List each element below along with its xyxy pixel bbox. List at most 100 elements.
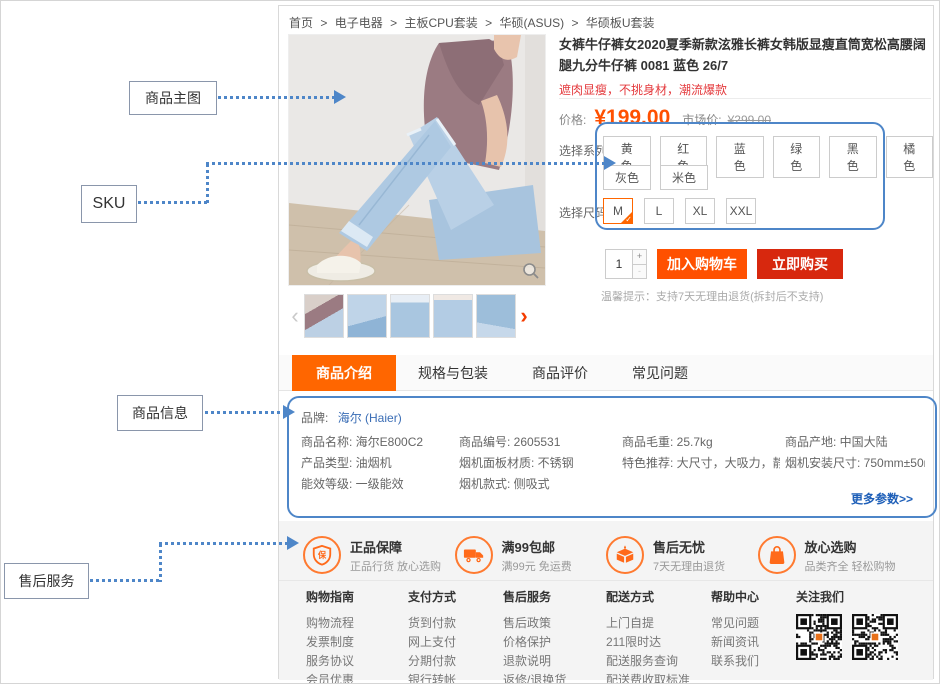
- more-params-link[interactable]: 更多参数>>: [851, 490, 913, 507]
- param-item: 商品产地: 中国大陆: [785, 432, 925, 453]
- footer-link[interactable]: 银行转帐: [408, 671, 456, 684]
- annotation-text: SKU: [93, 195, 126, 213]
- product-title: 女裤牛仔裤女2020夏季新款泫雅长裤女韩版显瘦直筒宽松高腰阔腿九分牛仔裤 008…: [559, 34, 931, 76]
- tab-product-intro[interactable]: 商品介绍: [292, 355, 396, 391]
- annotation-text: 商品信息: [132, 403, 188, 423]
- footer-link[interactable]: 分期付款: [408, 652, 456, 671]
- current-price: ¥199.00: [594, 106, 670, 130]
- size-option[interactable]: L: [644, 198, 674, 224]
- service-desc: 7天无理由退货: [653, 558, 725, 574]
- thumbnail[interactable]: [390, 294, 430, 338]
- footer-link[interactable]: 配送服务查询: [606, 652, 690, 671]
- breadcrumb-separator: >: [390, 16, 397, 30]
- breadcrumb-item[interactable]: 华硕(ASUS): [499, 16, 564, 30]
- annotation-arrowhead: [604, 156, 616, 170]
- series-option[interactable]: 米色: [660, 165, 708, 190]
- size-options-row: M ✓ L XL XXL: [603, 198, 756, 224]
- svg-text:保: 保: [317, 550, 327, 560]
- thumbs-prev-icon[interactable]: ‹: [288, 294, 302, 338]
- footer-link[interactable]: 返修/退换货: [503, 671, 566, 684]
- breadcrumb-item[interactable]: 华硕板U套装: [586, 16, 655, 30]
- param-column: 商品产地: 中国大陆 烟机安装尺寸: 750mm±50mm (烟...: [785, 432, 925, 474]
- price-label: 价格:: [559, 111, 586, 128]
- service-item: 售后无忧 7天无理由退货: [606, 530, 758, 580]
- footer-column-title: 帮助中心: [711, 588, 759, 605]
- series-option[interactable]: 橘色: [886, 136, 934, 178]
- param-item: 商品名称: 海尔E800C2: [301, 432, 453, 453]
- footer-link[interactable]: 配送费收取标准: [606, 671, 690, 684]
- price-row: 价格: ¥199.00 市场价: ¥299.00: [559, 106, 771, 130]
- footer-link[interactable]: 网上支付: [408, 633, 456, 652]
- thumbnail[interactable]: [347, 294, 387, 338]
- brand-row: 品牌: 海尔 (Haier): [301, 409, 402, 426]
- brand-link[interactable]: 海尔 (Haier): [338, 411, 402, 425]
- footer-link[interactable]: 退款说明: [503, 652, 566, 671]
- annotation-sku-label: SKU: [81, 185, 137, 223]
- tab-faq[interactable]: 常见问题: [610, 355, 710, 391]
- size-option[interactable]: XL: [685, 198, 715, 224]
- series-option[interactable]: 绿色: [773, 136, 821, 178]
- footer-column-title: 支付方式: [408, 588, 456, 605]
- thumbnail-strip: ‹ ›: [288, 293, 550, 339]
- footer-link[interactable]: 联系我们: [711, 652, 759, 671]
- thumbnail[interactable]: [476, 294, 516, 338]
- divider: [559, 98, 931, 99]
- service-bar: 保 正品保障 正品行货 放心选购 满99包邮 满99元 免运费: [279, 521, 933, 581]
- series-options-row: 灰色 米色: [603, 165, 708, 190]
- market-price-label: 市场价:: [682, 111, 721, 128]
- bag-icon: [758, 536, 796, 574]
- param-column: 商品名称: 海尔E800C2 产品类型: 油烟机 能效等级: 一级能效: [301, 432, 453, 495]
- footer-link[interactable]: 上门自提: [606, 614, 690, 633]
- service-desc: 正品行货 放心选购: [350, 558, 441, 574]
- annotation-after-sales-label: 售后服务: [4, 563, 89, 599]
- footer-link[interactable]: 价格保护: [503, 633, 566, 652]
- thumbnail[interactable]: [433, 294, 473, 338]
- footer-link[interactable]: 211限时达: [606, 633, 690, 652]
- service-title: 放心选购: [805, 537, 896, 556]
- quantity-increase-button[interactable]: +: [633, 249, 647, 265]
- service-title: 正品保障: [350, 537, 441, 556]
- market-price: ¥299.00: [728, 113, 771, 127]
- footer-link[interactable]: 新闻资讯: [711, 633, 759, 652]
- size-option-selected[interactable]: M ✓: [603, 198, 633, 224]
- param-item: 烟机安装尺寸: 750mm±50mm (烟...: [785, 453, 925, 474]
- footer-column: 售后服务 售后政策 价格保护 退款说明 返修/退换货 取消订单: [503, 588, 566, 684]
- tab-spec-packaging[interactable]: 规格与包装: [396, 355, 510, 391]
- annotation-dashed-line: [90, 579, 161, 582]
- footer-column-title: 购物指南: [306, 588, 354, 605]
- footer-link[interactable]: 会员优惠: [306, 671, 354, 684]
- footer-link[interactable]: 服务协议: [306, 652, 354, 671]
- series-option[interactable]: 蓝色: [716, 136, 764, 178]
- footer-link[interactable]: 发票制度: [306, 633, 354, 652]
- breadcrumb-item[interactable]: 首页: [289, 16, 313, 30]
- quantity-decrease-button[interactable]: -: [633, 265, 647, 280]
- product-main-image[interactable]: [288, 34, 546, 286]
- breadcrumb-item[interactable]: 主板CPU套装: [404, 16, 477, 30]
- annotation-dashed-line: [159, 544, 162, 582]
- size-option[interactable]: XXL: [726, 198, 756, 224]
- add-to-cart-button[interactable]: 加入购物车: [657, 249, 747, 279]
- product-page-panel: 首页 > 电子电器 > 主板CPU套装 > 华硕(ASUS) > 华硕板U套装: [278, 5, 934, 679]
- footer-link[interactable]: 常见问题: [711, 614, 759, 633]
- screenshot-stage: 商品主图 SKU 商品信息 售后服务 首页 > 电子电器 > 主板CPU套装 >…: [0, 0, 940, 684]
- footer-link[interactable]: 货到付款: [408, 614, 456, 633]
- magnifier-icon[interactable]: [522, 262, 540, 280]
- thumbs-next-icon[interactable]: ›: [517, 294, 531, 338]
- qr-code: [852, 614, 898, 660]
- thumbnail[interactable]: [304, 294, 344, 338]
- series-option[interactable]: 黑色: [829, 136, 877, 178]
- footer-column: 配送方式 上门自提 211限时达 配送服务查询 配送费收取标准 海外配送: [606, 588, 690, 684]
- footer-link[interactable]: 售后政策: [503, 614, 566, 633]
- buy-now-button[interactable]: 立即购买: [757, 249, 843, 279]
- footer-link[interactable]: 购物流程: [306, 614, 354, 633]
- size-text: XL: [693, 204, 708, 218]
- param-column: 商品编号: 2605531 烟机面板材质: 不锈钢 烟机款式: 侧吸式: [459, 432, 617, 495]
- check-icon: ✓: [625, 215, 632, 224]
- footer-follow: 关注我们: [796, 588, 898, 660]
- annotation-arrowhead: [334, 90, 346, 104]
- tab-reviews[interactable]: 商品评价: [510, 355, 610, 391]
- quantity-value[interactable]: 1: [605, 249, 633, 279]
- breadcrumb-item[interactable]: 电子电器: [335, 16, 383, 30]
- service-item: 保 正品保障 正品行货 放心选购: [303, 530, 455, 580]
- annotation-info-label: 商品信息: [117, 395, 203, 431]
